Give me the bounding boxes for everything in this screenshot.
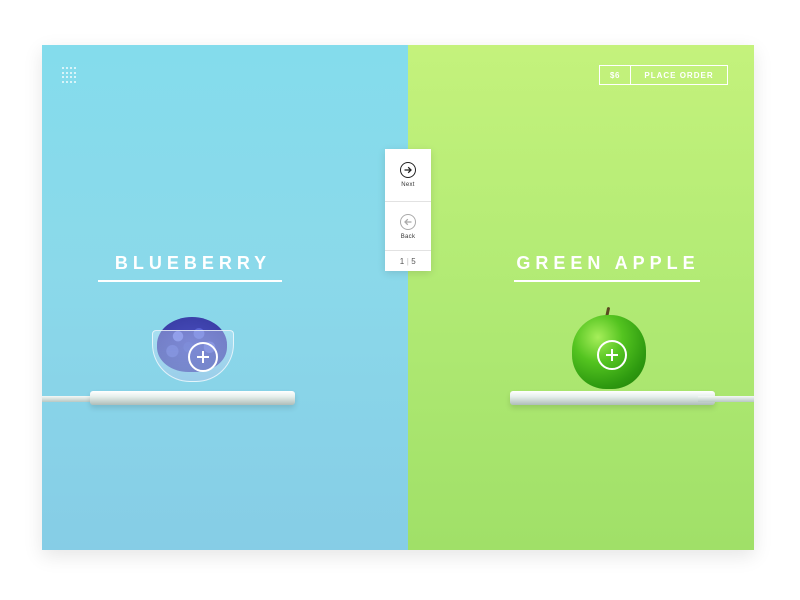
green-apple-shelf (510, 391, 715, 405)
nav-divider (385, 201, 431, 202)
place-order-button[interactable]: PLACE ORDER (631, 66, 727, 84)
current-page: 1 (399, 256, 405, 266)
page-indicator: 1 | 5 (399, 256, 417, 266)
green-apple-panel: $6 PLACE ORDER GREEN APPLE (408, 45, 754, 550)
grid-menu-icon[interactable] (62, 67, 78, 83)
next-label: Next (401, 182, 415, 188)
product-compare-frame: BLUEBERRY $6 PLACE ORDER GREEN APPLE (42, 45, 754, 550)
next-button[interactable]: Next (385, 151, 431, 199)
order-price: $6 (600, 66, 631, 84)
add-green-apple-button[interactable] (597, 340, 627, 370)
back-label: Back (400, 234, 416, 240)
add-blueberry-button[interactable] (188, 342, 218, 372)
arrow-left-circle-icon (400, 214, 416, 230)
blueberry-shelf (90, 391, 295, 405)
nav-card: Next Back 1 | 5 (385, 149, 431, 271)
blueberry-panel: BLUEBERRY (42, 45, 408, 550)
green-apple-shelf-bar (698, 396, 754, 402)
back-button[interactable]: Back (385, 203, 431, 251)
blueberry-title: BLUEBERRY (114, 253, 272, 273)
green-apple-title-underline (514, 280, 700, 282)
green-apple-title: GREEN APPLE (516, 253, 700, 273)
arrow-right-circle-icon (400, 162, 416, 178)
total-pages: 5 (411, 256, 417, 266)
order-bar: $6 PLACE ORDER (599, 65, 728, 85)
blueberry-title-underline (98, 280, 282, 282)
